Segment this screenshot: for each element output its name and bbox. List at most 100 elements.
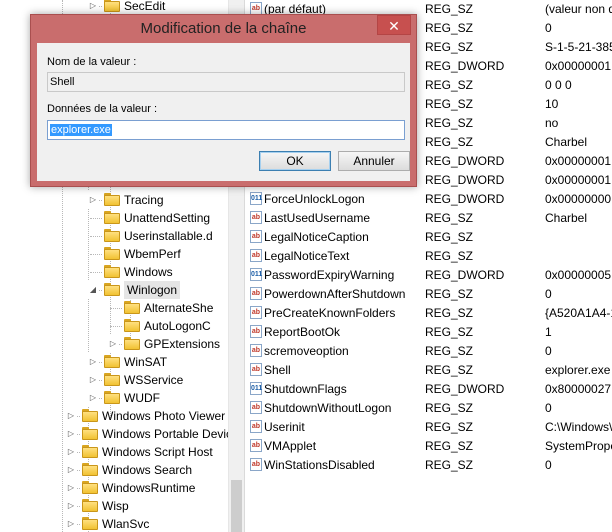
tree-item[interactable]: AutoLogonC — [0, 317, 228, 335]
expand-arrow-icon[interactable]: ▷ — [66, 407, 76, 425]
value-type: REG_SZ — [425, 306, 474, 320]
folder-icon — [104, 373, 120, 386]
tree-item-label: WSService — [124, 373, 184, 387]
expand-arrow-icon[interactable]: ▷ — [88, 389, 98, 407]
string-value-icon: ab — [250, 325, 262, 338]
folder-icon — [104, 355, 120, 368]
tree-item[interactable]: ▷ Windows Photo Viewer — [0, 407, 228, 425]
tree-item[interactable]: ▷ WUDF — [0, 389, 228, 407]
value-type: REG_DWORD — [425, 59, 505, 73]
value-data: 10 — [545, 97, 559, 111]
value-row[interactable]: ab Shell REG_SZ explorer.exe — [250, 361, 612, 380]
expand-arrow-icon[interactable]: ▷ — [66, 461, 76, 479]
tree-item-label: WlanSvc — [102, 517, 150, 531]
value-type: REG_SZ — [425, 135, 474, 149]
tree-item[interactable]: UnattendSetting — [0, 209, 228, 227]
value-data: no — [545, 116, 559, 130]
value-type: REG_SZ — [425, 116, 474, 130]
value-data-text: explorer.exe — [50, 124, 112, 136]
folder-icon — [82, 517, 98, 530]
tree-item[interactable]: ▷ WSService — [0, 371, 228, 389]
folder-icon — [124, 301, 140, 314]
tree-item-label: UnattendSetting — [124, 211, 211, 225]
value-data: S-1-5-21-385 — [545, 40, 612, 54]
value-row[interactable]: ab PowerdownAfterShutdown REG_SZ 0 — [250, 285, 612, 304]
string-value-icon: ab — [250, 401, 262, 414]
tree-item-label: AutoLogonC — [144, 319, 211, 333]
expand-arrow-icon[interactable]: ▷ — [88, 371, 98, 389]
value-row[interactable]: ab ReportBootOk REG_SZ 1 — [250, 323, 612, 342]
tree-item-label: WinSAT — [124, 355, 168, 369]
string-value-icon: ab — [250, 420, 262, 433]
tree-item[interactable]: ▷ Windows Search — [0, 461, 228, 479]
value-row[interactable]: ab PreCreateKnownFolders REG_SZ {A520A1A4-1 — [250, 304, 612, 323]
tree-item[interactable]: WbemPerf — [0, 245, 228, 263]
value-row[interactable]: 011 PasswordExpiryWarning REG_DWORD 0x00000… — [250, 266, 612, 285]
dialog-title: Modification de la chaîne — [140, 20, 307, 37]
value-row[interactable]: ab Userinit REG_SZ C:\Windows\ — [250, 418, 612, 437]
tree-item[interactable]: ▷ WinSAT — [0, 353, 228, 371]
binary-value-icon: 011 — [250, 268, 262, 281]
value-type: REG_DWORD — [425, 382, 505, 396]
value-data: 0 — [545, 344, 552, 358]
ok-button[interactable]: OK — [259, 151, 331, 171]
expand-arrow-icon[interactable]: ▷ — [66, 443, 76, 461]
collapse-arrow-icon[interactable]: ◢ — [88, 281, 98, 299]
expand-arrow-icon[interactable]: ▷ — [66, 515, 76, 532]
tree-item[interactable]: ▷ Windows Script Host — [0, 443, 228, 461]
value-name: ShutdownWithoutLogon — [264, 401, 392, 415]
tree-item[interactable]: ▷ GPExtensions — [0, 335, 228, 353]
value-row[interactable]: ab LegalNoticeCaption REG_SZ — [250, 228, 612, 247]
value-name-text: Shell — [50, 76, 75, 88]
expand-arrow-icon[interactable]: ▷ — [66, 425, 76, 443]
folder-icon — [104, 247, 120, 260]
value-row[interactable]: 011 ForceUnlockLogon REG_DWORD 0x00000000 ( — [250, 190, 612, 209]
value-data: 0x00000000 ( — [545, 192, 612, 206]
value-row[interactable]: ab LastUsedUsername REG_SZ Charbel — [250, 209, 612, 228]
folder-icon — [124, 337, 140, 350]
tree-item[interactable]: ▷ WindowsRuntime — [0, 479, 228, 497]
value-name: VMApplet — [264, 439, 317, 453]
tree-item[interactable]: ▷ WlanSvc — [0, 515, 228, 532]
tree-scrollbar-thumb[interactable] — [231, 480, 242, 532]
string-value-icon: ab — [250, 230, 262, 243]
expand-arrow-icon[interactable]: ▷ — [88, 353, 98, 371]
value-name: PreCreateKnownFolders — [264, 306, 396, 320]
tree-item[interactable]: ◢ Winlogon — [0, 281, 228, 299]
value-name: PowerdownAfterShutdown — [264, 287, 406, 301]
tree-item[interactable]: ▷ Wisp — [0, 497, 228, 515]
close-button[interactable]: ✕ — [377, 15, 411, 35]
tree-item[interactable]: AlternateShe — [0, 299, 228, 317]
expand-arrow-icon[interactable]: ▷ — [66, 497, 76, 515]
tree-item-label: Windows Photo Viewer — [102, 409, 226, 423]
tree-item[interactable]: Userinstallable.d — [0, 227, 228, 245]
value-row[interactable]: 011 ShutdownFlags REG_DWORD 0x80000027 ( — [250, 380, 612, 399]
folder-icon — [104, 391, 120, 404]
value-row[interactable]: ab scremoveoption REG_SZ 0 — [250, 342, 612, 361]
expand-arrow-icon[interactable]: ▷ — [108, 335, 118, 353]
value-name: PasswordExpiryWarning — [264, 268, 395, 282]
value-data: 0 — [545, 21, 552, 35]
tree-item[interactable]: ▷ Tracing — [0, 191, 228, 209]
value-data-input[interactable]: explorer.exe — [47, 120, 405, 140]
tree-item[interactable]: Windows — [0, 263, 228, 281]
cancel-button[interactable]: Annuler — [338, 151, 410, 171]
value-type: REG_SZ — [425, 287, 474, 301]
value-data: {A520A1A4-1 — [545, 306, 612, 320]
tree-item[interactable]: ▷ SecEdit — [0, 0, 228, 15]
value-type: REG_SZ — [425, 458, 474, 472]
value-row[interactable]: ab ShutdownWithoutLogon REG_SZ 0 — [250, 399, 612, 418]
folder-icon — [104, 229, 120, 242]
value-row[interactable]: ab LegalNoticeText REG_SZ — [250, 247, 612, 266]
expand-arrow-icon[interactable]: ▷ — [88, 0, 98, 15]
tree-guide-line — [90, 272, 102, 273]
expand-arrow-icon[interactable]: ▷ — [66, 479, 76, 497]
value-row[interactable]: ab VMApplet REG_SZ SystemPrope — [250, 437, 612, 456]
tree-item[interactable]: ▷ Windows Portable Devic — [0, 425, 232, 443]
value-data: explorer.exe — [545, 363, 611, 377]
tree-item-label: AlternateShe — [144, 301, 214, 315]
value-row[interactable]: ab WinStationsDisabled REG_SZ 0 — [250, 456, 612, 475]
value-type: REG_SZ — [425, 211, 474, 225]
expand-arrow-icon[interactable]: ▷ — [88, 191, 98, 209]
tree-item-label: Windows Script Host — [102, 445, 213, 459]
